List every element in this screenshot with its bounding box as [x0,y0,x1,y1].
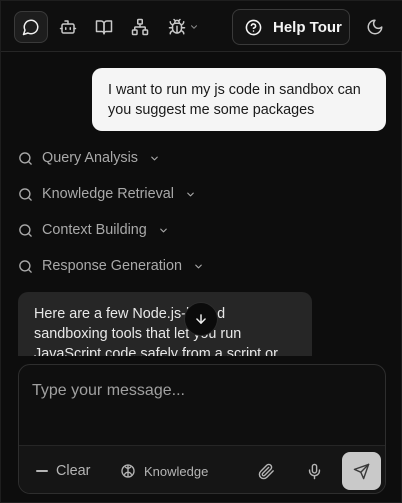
chevron-down-icon [187,192,194,196]
search-icon [19,151,32,165]
assistant-message-text: Here are a few Node.js-based sandboxing … [34,306,278,356]
scroll-to-bottom-button[interactable] [184,302,218,336]
chevron-down-icon [159,228,167,232]
theme-toggle-button[interactable] [363,11,387,43]
help-tour-label: Help Tour [273,18,342,36]
help-tour-button[interactable]: Help Tour [232,9,350,45]
chat-mode-button[interactable] [14,11,48,43]
debug-menu-button[interactable] [163,11,203,43]
message-composer: Clear Knowledge [18,364,386,494]
microphone-icon [308,463,320,479]
workflow-button[interactable] [127,11,153,43]
step-query-analysis[interactable]: Query Analysis [18,148,160,168]
chevron-down-icon [190,25,197,29]
clear-label: Clear [56,463,91,479]
sitemap-icon [131,18,149,36]
user-message: I want to run my js code in sandbox can … [92,68,386,131]
chat-icon [22,19,39,36]
bot-mode-button[interactable] [55,11,81,43]
minus-icon [36,470,48,472]
step-label: Query Analysis [42,150,138,166]
voice-input-button[interactable] [303,460,325,482]
clear-button[interactable]: Clear [36,460,90,482]
send-button[interactable] [342,452,381,490]
arrow-down-icon [196,314,206,324]
chevron-down-icon [151,156,158,160]
search-icon [19,223,32,237]
knowledge-base-button[interactable] [91,11,117,43]
moon-icon [367,19,383,35]
assistant-message: Here are a few Node.js-based sandboxing … [18,292,312,356]
attach-button[interactable] [255,460,277,482]
knowledge-label: Knowledge [144,463,209,479]
message-input[interactable] [19,366,385,416]
step-response-generation[interactable]: Response Generation [18,256,204,276]
toolbar: Help Tour [1,1,402,52]
chevron-down-icon [195,264,202,268]
help-circle-icon [245,19,262,35]
chat-app: Help Tour I want to run my js code in sa… [0,0,402,503]
knowledge-toggle-button[interactable]: Knowledge [120,460,208,482]
search-icon [19,187,32,201]
bot-icon [59,20,77,34]
search-icon [19,259,32,273]
book-icon [95,20,113,35]
step-knowledge-retrieval[interactable]: Knowledge Retrieval [18,184,196,204]
step-context-building[interactable]: Context Building [18,220,169,240]
step-label: Context Building [42,222,147,238]
user-message-text: I want to run my js code in sandbox can … [108,82,361,118]
brain-icon [121,464,135,478]
step-label: Response Generation [42,258,182,274]
paperclip-icon [258,463,274,479]
send-icon [353,463,370,479]
bug-icon [168,18,185,35]
step-label: Knowledge Retrieval [42,186,174,202]
composer-footer: Clear Knowledge [19,445,385,493]
